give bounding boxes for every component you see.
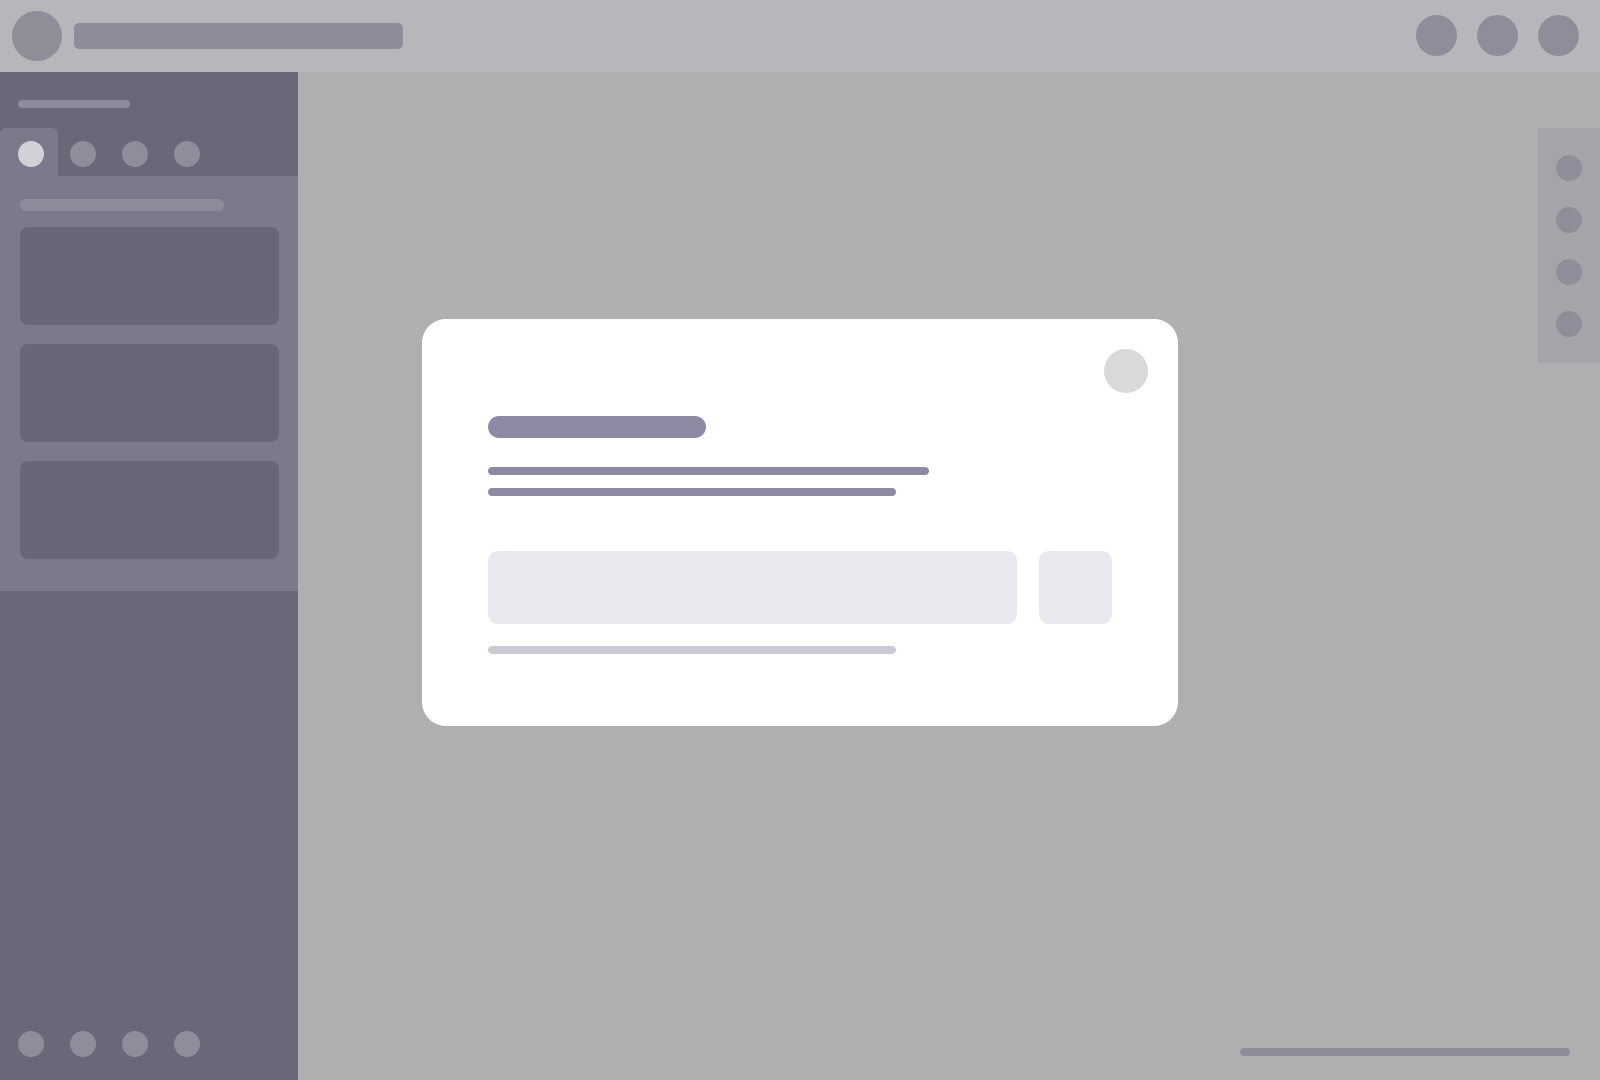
close-icon[interactable] (1104, 349, 1148, 393)
tab-2-icon[interactable] (70, 141, 96, 167)
sidebar-title (18, 100, 130, 108)
modal-hint (488, 646, 896, 654)
modal-body-line (488, 488, 896, 496)
footer-icon-1[interactable] (18, 1031, 44, 1057)
rail-icon-3[interactable] (1556, 259, 1582, 285)
settings-icon[interactable] (1477, 15, 1518, 56)
rail-icon-2[interactable] (1556, 207, 1582, 233)
account-icon[interactable] (1538, 15, 1579, 56)
horizontal-scrollbar[interactable] (1240, 1048, 1570, 1056)
rail-icon-1[interactable] (1556, 155, 1582, 181)
modal-title (488, 416, 706, 438)
tab-3-icon[interactable] (122, 141, 148, 167)
search-input[interactable] (74, 23, 403, 49)
modal-body-line (488, 467, 929, 475)
footer-icon-3[interactable] (122, 1031, 148, 1057)
user-avatar-icon[interactable] (12, 11, 62, 61)
modal-dialog (422, 319, 1178, 726)
rail-icon-4[interactable] (1556, 311, 1582, 337)
sidebar-card[interactable] (20, 344, 279, 442)
notification-icon[interactable] (1416, 15, 1457, 56)
footer-icon-4[interactable] (174, 1031, 200, 1057)
sidebar-card[interactable] (20, 227, 279, 325)
modal-action-button[interactable] (1039, 551, 1112, 624)
sidebar-filter-input[interactable] (20, 199, 224, 211)
modal-input[interactable] (488, 551, 1017, 624)
tab-1-icon[interactable] (18, 141, 44, 167)
tab-4-icon[interactable] (174, 141, 200, 167)
footer-icon-2[interactable] (70, 1031, 96, 1057)
sidebar-card[interactable] (20, 461, 279, 559)
